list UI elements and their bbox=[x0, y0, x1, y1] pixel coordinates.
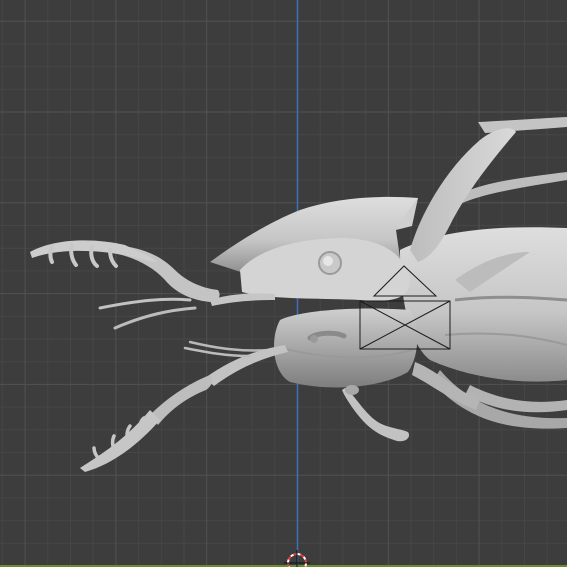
3d-viewport[interactable] bbox=[0, 0, 567, 567]
spiracle-dot bbox=[310, 335, 318, 343]
eye-highlight bbox=[323, 256, 333, 266]
middle-leg-joint bbox=[345, 385, 359, 395]
